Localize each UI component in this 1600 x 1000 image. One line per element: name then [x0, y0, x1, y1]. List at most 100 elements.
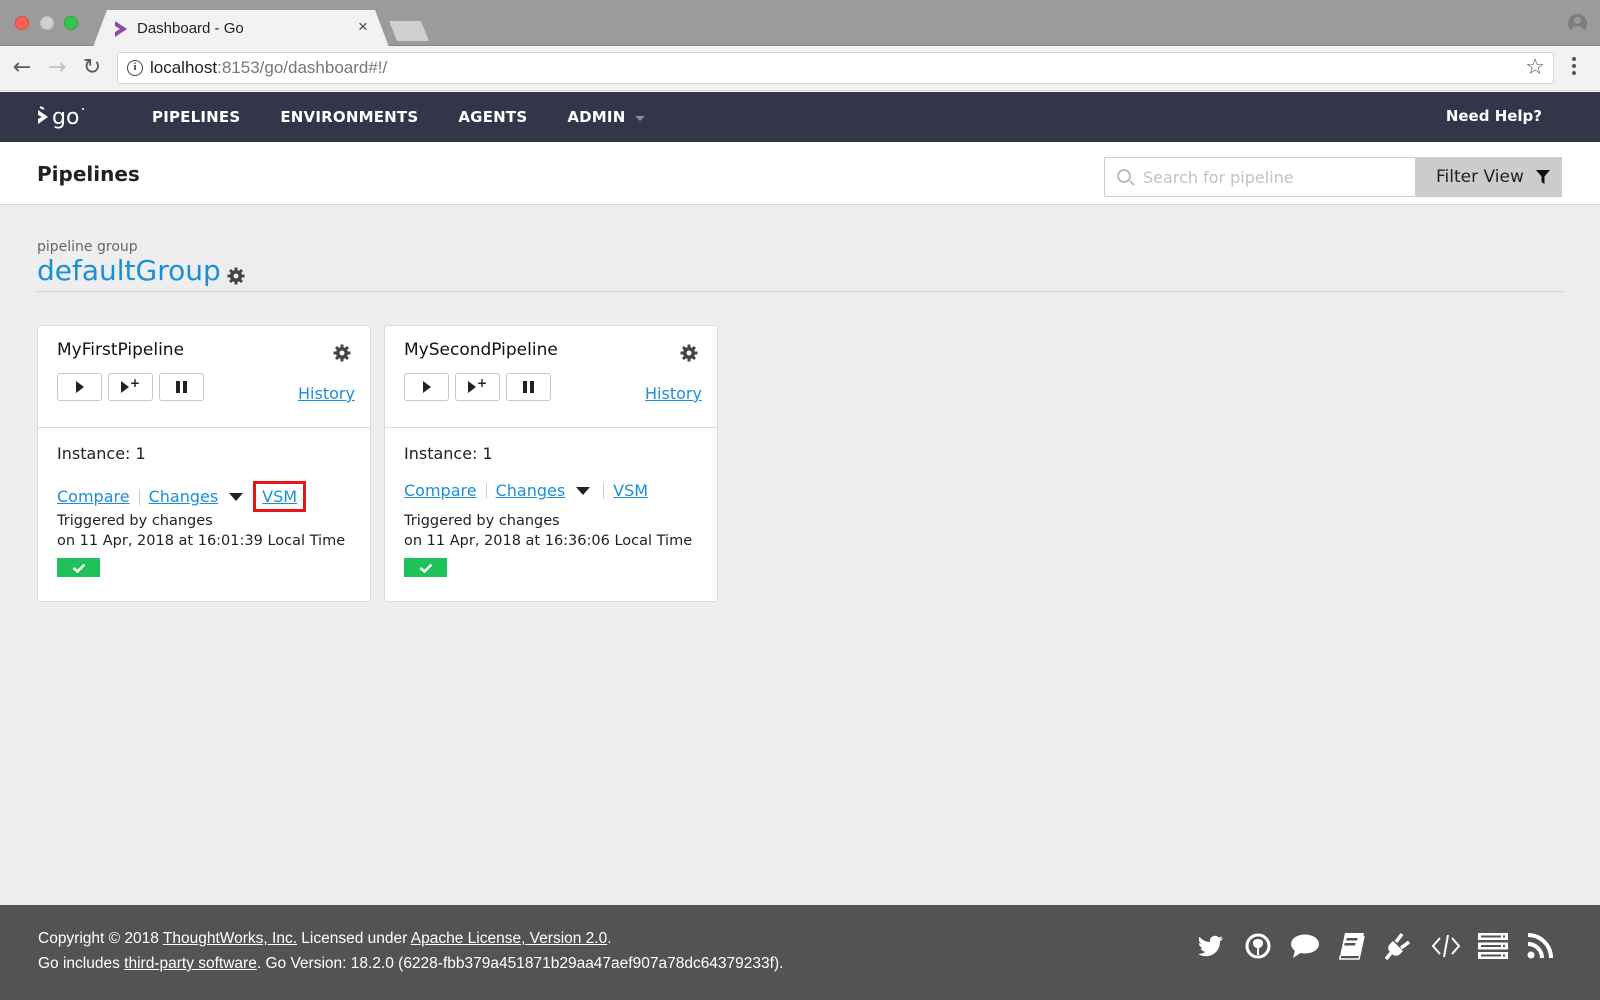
back-icon[interactable]: ← [9, 55, 35, 81]
book-icon[interactable] [1337, 931, 1367, 961]
go-logo-icon[interactable]: go [36, 102, 96, 132]
reload-icon[interactable]: ↻ [79, 55, 105, 81]
nav-agents-label: AGENTS [458, 108, 528, 126]
changes-dropdown-icon[interactable] [576, 486, 591, 495]
nav-pipelines[interactable]: PIPELINES [152, 108, 240, 126]
pipeline-group-name[interactable]: defaultGroup [37, 254, 221, 287]
nav-environments[interactable]: ENVIRONMENTS [280, 108, 418, 126]
vsm-link[interactable]: VSM [262, 487, 297, 506]
play-icon [75, 381, 84, 393]
trigger-reason: Triggered by changes [404, 513, 560, 529]
tab-title: Dashboard - Go [137, 20, 244, 37]
page-header: Pipelines Filter View [0, 142, 1600, 205]
plugin-icon[interactable] [1384, 931, 1414, 961]
link-separator [603, 482, 605, 499]
nav-admin[interactable]: ADMIN [567, 108, 646, 126]
compare-link[interactable]: Compare [57, 487, 130, 506]
pipeline-group-label: pipeline group [37, 239, 138, 255]
tab-close-icon[interactable]: × [358, 17, 368, 37]
stage-status-passed[interactable] [57, 558, 100, 577]
code-icon[interactable] [1431, 931, 1461, 961]
trigger-pipeline-button[interactable] [404, 373, 449, 401]
instance-label: Instance: 1 [404, 444, 493, 463]
profile-icon[interactable] [1568, 14, 1587, 33]
window-maximize-button[interactable] [64, 16, 78, 30]
play-icon [422, 381, 431, 393]
changes-dropdown-icon[interactable] [229, 492, 244, 501]
chat-icon[interactable] [1290, 931, 1320, 961]
footer-icons [1196, 931, 1572, 961]
need-help-link[interactable]: Need Help? [1446, 107, 1542, 125]
pause-pipeline-button[interactable] [159, 373, 204, 401]
third-party-link[interactable]: third-party software [124, 955, 257, 972]
new-tab-button[interactable] [389, 21, 429, 41]
changes-link[interactable]: Changes [149, 487, 219, 506]
changes-link[interactable]: Changes [496, 481, 566, 500]
nav-environments-label: ENVIRONMENTS [280, 108, 419, 126]
instance-links: Compare Changes VSM [404, 481, 648, 500]
vsm-link[interactable]: VSM [613, 481, 648, 500]
footer: Copyright © 2018 ThoughtWorks, Inc. Lice… [0, 905, 1600, 1000]
window-close-button[interactable] [15, 16, 29, 30]
nav-admin-label: ADMIN [567, 108, 626, 126]
trigger-with-options-button[interactable]: + [455, 373, 500, 401]
page-title: Pipelines [37, 162, 140, 186]
window-minimize-button[interactable] [40, 16, 54, 30]
compare-link[interactable]: Compare [404, 481, 477, 500]
rss-icon[interactable] [1525, 931, 1555, 961]
period-text: . [607, 930, 612, 947]
pause-pipeline-button[interactable] [506, 373, 551, 401]
browser-toolbar: ← → ↻ i localhost:8153/go/dashboard#!/ ☆ [0, 46, 1600, 91]
vsm-highlight-box: VSM [253, 481, 307, 512]
copyright-line: Copyright © 2018 ThoughtWorks, Inc. Lice… [38, 926, 783, 951]
pipeline-instance: Instance: 1 Compare Changes VSM Triggere… [385, 428, 717, 602]
server-icon[interactable] [1478, 931, 1508, 961]
bookmark-star-icon[interactable]: ☆ [1525, 55, 1545, 80]
twitter-icon[interactable] [1196, 931, 1226, 961]
group-divider [37, 291, 1563, 292]
app-header: go PIPELINES ENVIRONMENTS AGENTS ADMIN N… [0, 92, 1600, 142]
trigger-info: Triggered by changes on 11 Apr, 2018 at … [57, 511, 345, 551]
history-link[interactable]: History [645, 384, 702, 403]
pipeline-card-header: MyFirstPipeline + History [38, 326, 370, 428]
svg-text:go: go [52, 105, 79, 130]
search-input[interactable] [1143, 158, 1413, 196]
github-icon[interactable] [1243, 931, 1273, 961]
pipeline-name: MyFirstPipeline [57, 340, 185, 360]
pause-icon [522, 381, 536, 393]
stage-status-passed[interactable] [404, 558, 447, 577]
browser-menu-icon[interactable] [1571, 55, 1577, 81]
nav-agents[interactable]: AGENTS [458, 108, 527, 126]
browser-tab[interactable]: Dashboard - Go × [93, 10, 389, 47]
filter-view-button[interactable]: Filter View [1416, 157, 1562, 197]
instance-links: Compare Changes VSM [57, 481, 307, 512]
check-icon [419, 563, 432, 573]
pipeline-card-header: MySecondPipeline + History [385, 326, 717, 428]
trigger-pipeline-button[interactable] [57, 373, 102, 401]
trigger-time: on 11 Apr, 2018 at 16:36:06 Local Time [404, 533, 693, 549]
url-text[interactable]: localhost:8153/go/dashboard#!/ [150, 58, 387, 78]
search-box [1104, 157, 1416, 197]
trigger-info: Triggered by changes on 11 Apr, 2018 at … [404, 511, 692, 551]
link-separator [138, 488, 140, 505]
thoughtworks-link[interactable]: ThoughtWorks, Inc. [163, 930, 297, 947]
address-bar[interactable]: i localhost:8153/go/dashboard#!/ ☆ [117, 52, 1554, 84]
pause-icon [175, 381, 189, 393]
chevron-down-icon [635, 115, 646, 121]
license-link[interactable]: Apache License, Version 2.0 [411, 930, 607, 947]
includes-text: Go includes [38, 955, 125, 972]
site-info-icon[interactable]: i [127, 60, 143, 76]
instance-label: Instance: 1 [57, 444, 146, 463]
version-text: . Go Version: 18.2.0 (6228-fbb379a451871… [256, 955, 784, 972]
play-plus-icon [467, 381, 476, 393]
group-settings-gear-icon[interactable] [226, 266, 246, 286]
pipeline-settings-gear-icon[interactable] [332, 343, 352, 363]
pipeline-settings-gear-icon[interactable] [679, 343, 699, 363]
forward-icon[interactable]: → [44, 55, 70, 81]
version-line: Go includes third-party software. Go Ver… [38, 951, 783, 976]
trigger-with-options-button[interactable]: + [108, 373, 153, 401]
pipeline-card: MyFirstPipeline + History Instance: 1 Co… [37, 325, 371, 602]
pipeline-name: MySecondPipeline [404, 340, 558, 360]
history-link[interactable]: History [298, 384, 355, 403]
filter-funnel-icon [1536, 170, 1550, 184]
